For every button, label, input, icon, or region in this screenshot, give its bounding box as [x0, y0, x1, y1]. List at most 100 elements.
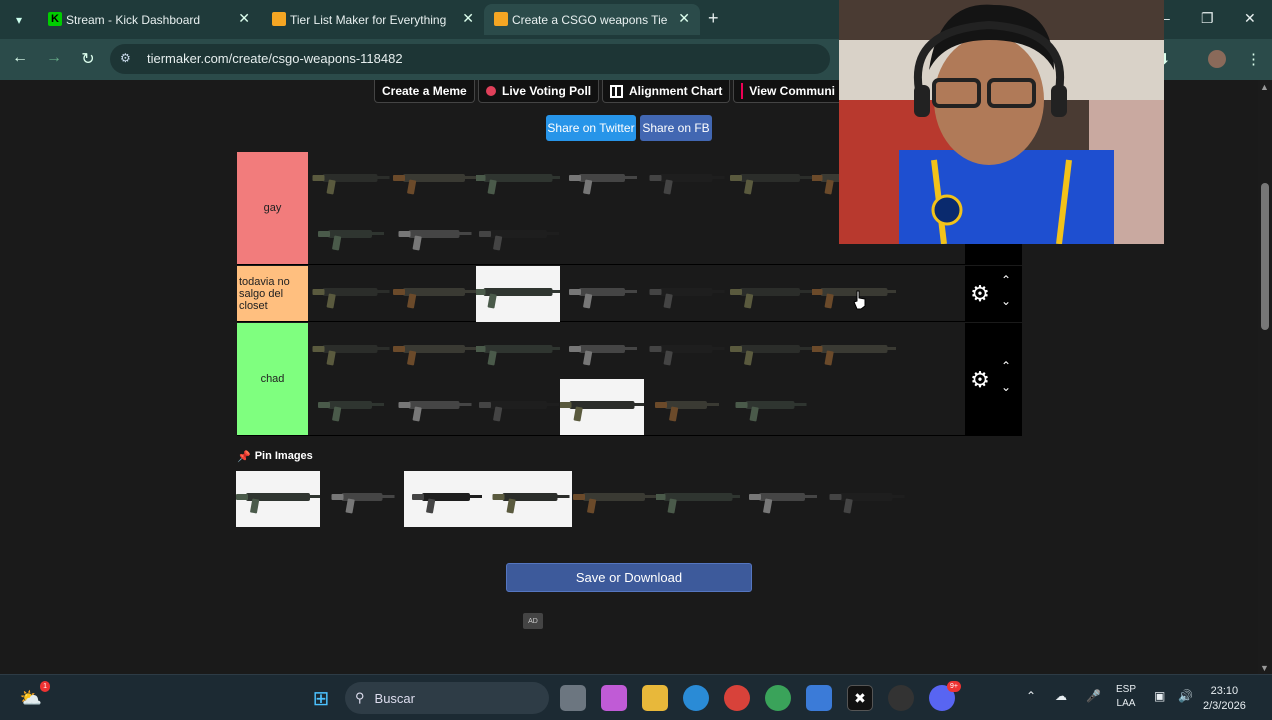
more-menu-icon[interactable]: ⋮ — [1246, 50, 1261, 68]
share-twitter-button[interactable]: Share on Twitter — [546, 115, 636, 141]
view-community-button[interactable]: View Communi — [733, 80, 843, 103]
chrome-icon[interactable] — [724, 685, 750, 711]
tier-controls: ⚙ ⌃ ⌄ — [965, 266, 1022, 321]
create-meme-button[interactable]: Create a Meme — [374, 80, 475, 103]
save-or-download-button[interactable]: Save or Download — [506, 563, 752, 592]
weapon-image[interactable] — [476, 379, 560, 435]
gear-icon[interactable]: ⚙ — [969, 369, 991, 391]
task-view-icon[interactable] — [560, 685, 586, 711]
weapon-image[interactable] — [308, 266, 392, 322]
weapon-image[interactable] — [476, 208, 560, 264]
tab-kick-dashboard[interactable]: K Stream - Kick Dashboard ✕ — [38, 4, 260, 35]
scroll-down-icon[interactable]: ▼ — [1260, 663, 1269, 673]
alignment-chart-button[interactable]: Alignment Chart — [602, 80, 731, 103]
profile-avatar[interactable] — [1208, 50, 1226, 68]
close-icon[interactable]: ✕ — [678, 10, 690, 27]
weapon-image[interactable] — [404, 471, 488, 527]
page-scrollbar[interactable]: ▲ ▼ — [1258, 80, 1272, 674]
scrollbar-thumb[interactable] — [1261, 183, 1269, 330]
copilot-icon[interactable] — [601, 685, 627, 711]
tab-search-menu-button[interactable]: ▾ — [8, 9, 30, 31]
weapon-image[interactable] — [392, 208, 476, 264]
chevron-down-icon[interactable]: ⌄ — [1001, 380, 1011, 394]
gear-icon[interactable]: ⚙ — [969, 283, 991, 305]
tier-label[interactable]: gay — [237, 152, 308, 264]
language-bottom: LAA — [1116, 698, 1136, 709]
weapon-image[interactable] — [824, 471, 908, 527]
weapon-image[interactable] — [656, 471, 740, 527]
weapon-image[interactable] — [308, 323, 392, 379]
reload-icon[interactable]: ↻ — [78, 49, 98, 69]
tab-tier-list-maker[interactable]: Tier List Maker for Everything - ✕ — [262, 4, 484, 35]
weapon-image[interactable] — [476, 323, 560, 379]
close-icon[interactable]: ✕ — [462, 10, 474, 27]
tier-label[interactable]: todavia no salgo del closet — [237, 266, 308, 321]
weapon-image[interactable] — [728, 266, 812, 322]
weapon-image[interactable] — [644, 152, 728, 208]
chevron-down-icon[interactable]: ⌄ — [1001, 294, 1011, 308]
weapon-image[interactable] — [308, 379, 392, 435]
network-icon[interactable]: ▣ — [1154, 689, 1165, 703]
weapon-image[interactable] — [728, 152, 812, 208]
show-hidden-icons-icon[interactable]: ⌃ — [1026, 689, 1036, 703]
tiermaker-icon — [272, 12, 286, 26]
site-settings-icon[interactable]: ⚙ — [120, 51, 131, 65]
close-icon[interactable]: ✕ — [238, 10, 250, 27]
weapon-image[interactable] — [308, 152, 392, 208]
edge-icon[interactable] — [683, 685, 709, 711]
forward-icon[interactable]: → — [44, 49, 64, 67]
weapon-image[interactable] — [812, 323, 896, 379]
weapon-image[interactable] — [392, 323, 476, 379]
weapon-image[interactable] — [560, 266, 644, 322]
close-window-icon[interactable]: ✕ — [1244, 10, 1256, 27]
taskbar-search[interactable]: ⚲ Buscar — [345, 682, 549, 714]
weather-widget-icon[interactable]: ⛅ 1 — [18, 681, 50, 711]
weapon-image[interactable] — [740, 471, 824, 527]
weather-badge: 1 — [40, 681, 50, 692]
language-indicator[interactable]: ESP LAA — [1116, 683, 1136, 711]
tier-label[interactable]: chad — [237, 323, 308, 435]
weapon-image[interactable] — [308, 208, 392, 264]
weapon-image[interactable] — [572, 471, 656, 527]
address-bar[interactable]: ⚙ tiermaker.com/create/csgo-weapons-1184… — [110, 44, 830, 74]
capcut-icon[interactable]: ✖ — [847, 685, 873, 711]
chrome-profile-icon[interactable] — [765, 685, 791, 711]
weapon-image[interactable] — [644, 266, 728, 322]
windows-start-icon[interactable]: ⊞ — [308, 685, 334, 711]
weapon-image[interactable] — [644, 323, 728, 379]
weapon-image[interactable] — [728, 323, 812, 379]
weapon-image[interactable] — [392, 152, 476, 208]
weapon-image[interactable] — [560, 323, 644, 379]
obs-icon[interactable] — [888, 685, 914, 711]
tier-items[interactable] — [308, 323, 965, 435]
discord-icon[interactable]: 9+ — [929, 681, 961, 711]
new-tab-button[interactable]: + — [708, 8, 719, 29]
microsoft-store-icon[interactable] — [806, 685, 832, 711]
weapon-image[interactable] — [320, 471, 404, 527]
weapon-image[interactable] — [560, 152, 644, 208]
weapon-image[interactable] — [728, 379, 812, 435]
windows-taskbar: ⛅ 1 ⊞ ⚲ Buscar ✖ 9+ ⌃ ☁ 🎤 ESP LAA ▣ 🔊 23… — [0, 674, 1272, 720]
tab-create-csgo-tier-list[interactable]: Create a CSGO weapons Tier Li ✕ — [484, 4, 700, 35]
system-clock[interactable]: 23:10 2/3/2026 — [1203, 684, 1246, 714]
weapon-image[interactable] — [236, 471, 320, 527]
weapon-image[interactable] — [488, 471, 572, 527]
weapon-image[interactable] — [644, 379, 728, 435]
weapon-image[interactable] — [476, 152, 560, 208]
live-voting-poll-button[interactable]: Live Voting Poll — [478, 80, 600, 103]
restore-icon[interactable]: ❐ — [1201, 10, 1214, 27]
weapon-image[interactable] — [476, 266, 560, 322]
back-icon[interactable]: ← — [10, 49, 30, 67]
weapon-image[interactable] — [392, 379, 476, 435]
volume-icon[interactable]: 🔊 — [1178, 689, 1193, 703]
file-explorer-icon[interactable] — [642, 685, 668, 711]
chevron-up-icon[interactable]: ⌃ — [1001, 273, 1011, 287]
weapon-image[interactable] — [392, 266, 476, 322]
weapon-image[interactable] — [560, 379, 644, 435]
share-fb-button[interactable]: Share on FB — [640, 115, 712, 141]
pin-images-toggle[interactable]: 📌 Pin Images — [237, 450, 313, 463]
chevron-up-icon[interactable]: ⌃ — [1001, 359, 1011, 373]
microphone-icon[interactable]: 🎤 — [1086, 689, 1101, 703]
cloud-icon[interactable]: ☁ — [1055, 689, 1067, 703]
scroll-up-icon[interactable]: ▲ — [1260, 82, 1269, 92]
